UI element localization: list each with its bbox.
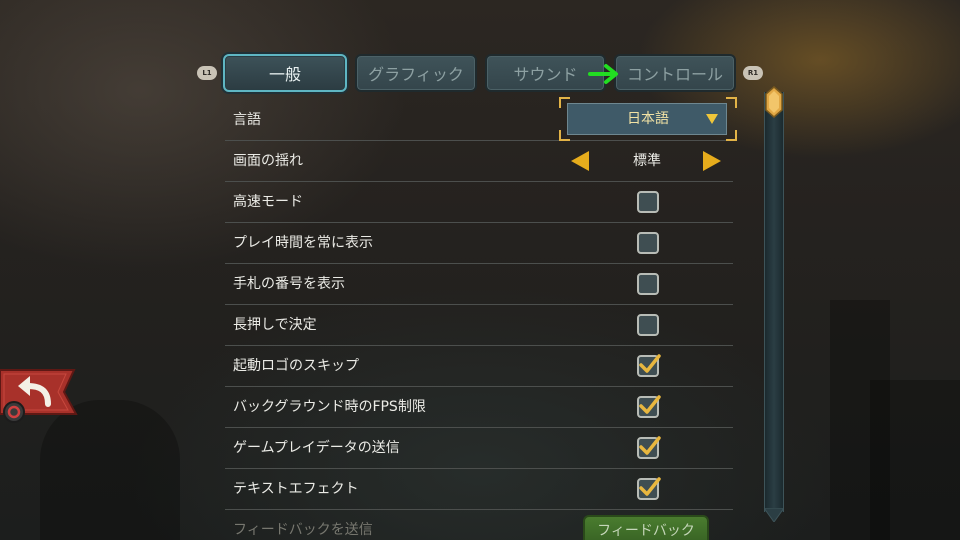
setting-row-background-fps-limit[interactable]: バックグラウンド時のFPS制限 (225, 387, 733, 428)
setting-label: テキストエフェクト (233, 481, 359, 497)
checkbox[interactable] (637, 314, 659, 336)
checkbox-checked[interactable] (637, 436, 661, 459)
checkmark-icon (639, 354, 661, 373)
tab-general[interactable]: 一般 (223, 54, 347, 92)
setting-label: ゲームプレイデータの送信 (233, 440, 400, 456)
setting-row-text-effects[interactable]: テキストエフェクト (225, 469, 733, 510)
green-arrow-icon (588, 64, 618, 84)
frame-corner-icon (559, 97, 570, 108)
language-value: 日本語 (627, 111, 669, 127)
l1-button-hint: L1 (197, 66, 217, 80)
r1-button-hint: R1 (743, 66, 763, 80)
setting-label: 手札の番号を表示 (233, 276, 345, 292)
checkbox-checked[interactable] (637, 477, 661, 500)
tab-graphics[interactable]: グラフィック (355, 54, 477, 92)
tab-controls[interactable]: コントロール (614, 54, 736, 92)
scrollbar-thumb[interactable] (764, 86, 784, 118)
checkbox[interactable] (637, 232, 659, 254)
setting-label: 起動ロゴのスキップ (233, 358, 359, 374)
arrow-right-icon[interactable] (703, 151, 721, 171)
checkmark-icon (639, 477, 661, 496)
setting-label: 画面の揺れ (233, 153, 303, 169)
caret-down-icon (706, 114, 718, 124)
setting-row-skip-logo[interactable]: 起動ロゴのスキップ (225, 346, 733, 387)
arrow-left-icon[interactable] (571, 151, 589, 171)
checkbox[interactable] (637, 191, 659, 213)
scrollbar-end-cap (764, 508, 784, 522)
setting-row-show-playtime[interactable]: プレイ時間を常に表示 (225, 223, 733, 264)
setting-label: 言語 (233, 112, 261, 128)
language-dropdown[interactable]: 日本語 (567, 103, 727, 135)
frame-corner-icon (726, 97, 737, 108)
setting-label: プレイ時間を常に表示 (233, 235, 373, 251)
setting-label: 高速モード (233, 194, 303, 210)
feedback-button[interactable]: フィードバック (583, 515, 709, 540)
screen-shake-value: 標準 (633, 153, 661, 169)
setting-row-show-hand-numbers[interactable]: 手札の番号を表示 (225, 264, 733, 305)
checkbox-checked[interactable] (637, 354, 661, 377)
checkbox-checked[interactable] (637, 395, 661, 418)
checkbox[interactable] (637, 273, 659, 295)
scrollbar-track[interactable] (764, 92, 784, 512)
frame-corner-icon (726, 130, 737, 141)
back-button[interactable] (0, 366, 80, 426)
button-prompt-icon (3, 401, 25, 423)
settings-screen: L1 R1 一般 グラフィック サウンド コントロール 言語 日本語 画面の揺れ… (0, 0, 960, 540)
setting-row-send-gameplay-data[interactable]: ゲームプレイデータの送信 (225, 428, 733, 469)
setting-label: バックグラウンド時のFPS制限 (233, 399, 426, 415)
frame-corner-icon (559, 130, 570, 141)
background-silhouette (870, 380, 960, 540)
checkmark-icon (639, 395, 661, 414)
setting-row-hold-to-confirm[interactable]: 長押しで決定 (225, 305, 733, 346)
checkmark-icon (639, 436, 661, 455)
setting-row-fast-mode[interactable]: 高速モード (225, 182, 733, 223)
setting-label: フィードバックを送信 (233, 522, 373, 538)
setting-label: 長押しで決定 (233, 317, 317, 333)
